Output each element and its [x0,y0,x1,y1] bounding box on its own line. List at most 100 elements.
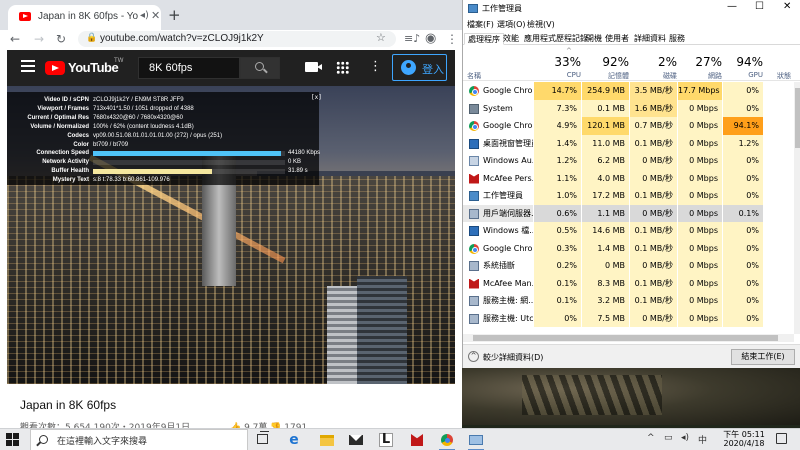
task-manager-icon[interactable] [465,431,487,450]
reload-icon[interactable]: ↻ [56,30,66,48]
process-row[interactable]: 桌面視窗管理員 1.4% 11.0 MB 0.1 MB/秒 0 Mbps 1.2% [463,134,793,152]
volume-icon[interactable]: ◂) [681,433,689,443]
youtube-logo-text[interactable]: YouTube [68,60,119,75]
youtube-search-input[interactable]: 8K 60fps [138,57,240,79]
create-video-icon[interactable] [305,62,322,72]
column-network-label[interactable]: 網路 [677,71,722,81]
file-explorer-icon[interactable] [316,431,338,449]
scrollbar-thumb[interactable] [473,335,778,341]
action-center-icon[interactable] [776,433,787,444]
close-icon[interactable]: ✕ [783,1,791,12]
process-row[interactable]: System 7.3% 0.1 MB 1.6 MB/秒 0 Mbps 0% [463,99,793,117]
column-disk-percent[interactable]: 2% [629,55,677,69]
process-disk-cell: 1.6 MB/秒 [629,99,677,117]
process-net-cell: 0 Mbps [677,239,722,257]
process-row[interactable]: 服務主機: Utc...0%7.5 MB0 MB/秒0 Mbps0% [463,309,793,327]
process-disk-cell: 0 MB/秒 [629,257,677,275]
process-mem-cell: 6.2 MB [581,152,629,170]
tab-app-history[interactable]: 應用程式歷程記錄 [521,33,591,45]
column-disk-label[interactable]: 磁碟 [629,71,677,81]
task-view-icon[interactable] [257,431,269,444]
mcafee-icon[interactable] [406,431,428,449]
media-controls-icon[interactable]: ≡♪ [404,30,420,48]
process-row[interactable]: Windows Au... 1.2% 6.2 MB 0 MB/秒 0 Mbps 0% [463,152,793,170]
menu-options[interactable]: 選項(O) [497,19,526,30]
minimize-icon[interactable]: — [727,1,737,12]
column-network-percent[interactable]: 27% [677,55,722,69]
youtube-logo-icon[interactable] [45,61,65,75]
process-row[interactable]: Google Chro... 0.3% 1.4 MB 0.1 MB/秒 0 Mbps 0% [463,239,793,257]
process-row[interactable]: Windows 檔... 0.5% 14.6 MB 0.1 MB/秒 0 Mbps 0% [463,222,793,240]
stats-label: Current / Optimal Res [27,114,89,121]
back-icon[interactable]: ← [10,30,20,48]
address-bar[interactable]: 🔒 youtube.com/watch?v=zCLOJ9j1k2Y ☆ [78,31,396,47]
chrome-menu-icon[interactable]: ⋮ [446,30,458,48]
hamburger-menu-icon[interactable] [21,60,35,72]
horizontal-scrollbar[interactable] [463,334,794,342]
maximize-icon[interactable]: ☐ [755,1,764,12]
column-gpu-percent[interactable]: 94% [722,55,763,69]
profile-icon[interactable]: ◉ [425,30,436,48]
like-dislike-buttons[interactable]: 👍 9.7萬 👎 1791 [230,420,307,428]
column-header-name[interactable]: 名稱 [467,71,481,81]
bookmark-star-icon[interactable]: ☆ [376,31,386,44]
tab-title: Japan in 8K 60fps - YouTube [38,11,138,22]
tab-processes[interactable]: 處理程序 [464,33,504,45]
column-cpu-label[interactable]: CPU [533,71,581,79]
process-row[interactable]: 服務主機: 網... 0.1% 3.2 MB 0.1 MB/秒 0 Mbps 0% [463,292,793,310]
end-task-button[interactable]: 結束工作(E) [731,349,795,365]
process-name-cell: Google Chro... [463,82,535,100]
tab-details[interactable]: 詳細資料 [631,33,669,45]
new-tab-icon[interactable]: + [168,6,181,24]
input-method-icon[interactable]: 中 [698,433,707,446]
edge-icon[interactable]: e [283,431,305,449]
taskbar-search-box[interactable]: 在這裡輸入文字來搜尋 [30,429,248,450]
l-app-icon[interactable]: L [375,431,397,449]
column-memory-label[interactable]: 記憶體 [581,71,629,81]
process-row[interactable]: Google Chro... 4.9% 120.1 MB 0.7 MB/秒 0 Mbps… [463,117,793,135]
process-row[interactable]: McAfee Pers... 1.1% 4.0 MB 0 MB/秒 0 Mbps 0% [463,169,793,187]
browser-tab[interactable]: Japan in 8K 60fps - YouTube ◂) ✕ [8,5,161,30]
tab-users[interactable]: 使用者 [602,33,632,45]
vertical-scrollbar[interactable] [794,82,800,334]
search-icon [255,62,264,71]
column-status-label[interactable]: 狀態 [765,71,791,81]
chrome-icon[interactable] [436,431,458,450]
process-disk-cell: 0 MB/秒 [629,169,677,187]
windows-start-icon[interactable] [6,433,20,447]
tab-close-icon[interactable]: ✕ [151,9,160,22]
lock-icon[interactable]: 🔒 [86,33,97,43]
apps-grid-icon[interactable] [336,61,349,74]
network-icon[interactable]: ▭ [664,433,673,443]
show-hidden-icons-icon[interactable]: ^ [647,433,655,443]
fewer-details-link[interactable]: 較少詳細資料(D) [483,352,543,363]
process-row[interactable]: 系統插斷 0.2% 0 MB 0 MB/秒 0 Mbps 0% [463,257,793,275]
tab-services[interactable]: 服務 [666,33,688,45]
process-row[interactable]: 用戶端伺服器... 0.6% 1.1 MB 0 MB/秒 0 Mbps 0.1% [463,204,793,222]
audio-process-icon [469,156,479,166]
process-row[interactable]: 工作管理員 1.0% 17.2 MB 0.1 MB/秒 0 Mbps 0% [463,187,793,205]
forward-icon[interactable]: → [34,30,44,48]
stats-label: Mystery Text [52,177,89,184]
task-manager-window: 工作管理員 — ☐ ✕ 檔案(F) 選項(O) 檢視(V) 處理程序 效能 應用… [462,0,800,368]
mail-icon[interactable] [345,431,367,449]
sign-in-button[interactable]: 登入 [392,54,447,81]
scrollbar-thumb[interactable] [795,88,800,148]
chevron-up-icon[interactable]: ^ [468,351,479,362]
stats-for-nerds-panel: [x] Video ID / sCPN zCLOJ9j1k2Y / EN9M ST… [7,92,322,185]
tab-performance[interactable]: 效能 [500,33,522,45]
more-options-icon[interactable]: ⋮ [369,59,382,74]
menu-view[interactable]: 檢視(V) [527,19,555,30]
process-row[interactable]: Google Chro... 14.7% 254.9 MB 3.5 MB/秒 17.7 … [463,82,793,100]
column-gpu-label[interactable]: GPU [722,71,763,79]
task-manager-titlebar: 工作管理員 — ☐ ✕ [463,0,800,18]
process-row[interactable]: McAfee Man... 0.1% 8.3 MB 0.1 MB/秒 0 Mbps 0% [463,274,793,292]
stats-value: bt709 / bt709 [93,141,129,148]
clock[interactable]: 下午 05:11 2020/4/18 [722,430,766,448]
column-memory-percent[interactable]: 92% [581,55,629,69]
column-cpu-percent[interactable]: 33% [533,55,581,69]
menu-file[interactable]: 檔案(F) [467,19,494,30]
audio-playing-icon[interactable]: ◂) [140,10,149,21]
process-disk-cell: 3.5 MB/秒 [629,82,677,100]
youtube-search-button[interactable] [240,57,280,79]
